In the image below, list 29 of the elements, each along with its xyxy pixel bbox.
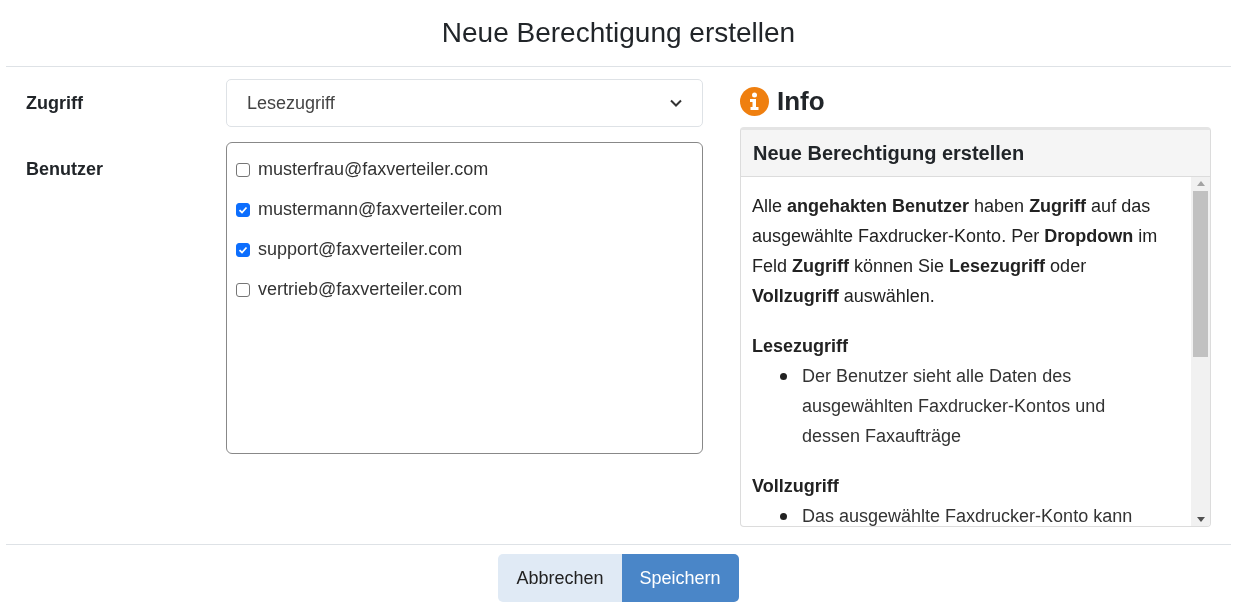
check-icon: [238, 244, 248, 255]
checkbox[interactable]: [236, 162, 250, 177]
chevron-down-icon: [670, 99, 682, 107]
info-paragraph: Alle angehakten Benutzer haben Zugriff auf das ausgewählte Faxdrucker-Konto. Per Dropdown im Feld Zugriff können Sie Lesezugriff oder Vollzugriff auswählen.: [752, 195, 1159, 308]
card-title: Neue Berechtigung erstellen: [753, 141, 1025, 166]
checkbox[interactable]: [236, 202, 250, 217]
field-label: Zugriff: [26, 91, 84, 115]
checkbox[interactable]: [236, 242, 250, 257]
cancel-button[interactable]: Abbrechen: [498, 554, 622, 602]
info-icon: [740, 86, 769, 116]
dialog-title: Neue Berechtigung erstellen: [441, 19, 796, 47]
section-heading: Vollzugriff: [752, 475, 840, 498]
bullet-icon: [780, 513, 787, 520]
section-heading: Lesezugriff: [752, 335, 849, 358]
field-label: Benutzer: [26, 158, 104, 181]
user-email[interactable]: mustermann@faxverteiler.com: [258, 197, 503, 222]
scroll-down-arrow-icon[interactable]: [1196, 517, 1205, 522]
bullet-icon: [780, 373, 787, 380]
scrollbar[interactable]: [1191, 177, 1210, 526]
user-email[interactable]: support@faxverteiler.com: [258, 237, 463, 262]
user-email[interactable]: musterfrau@faxverteiler.com: [258, 157, 489, 182]
bullet-text: Der Benutzer sieht alle Daten des ausgewählten Faxdrucker-Kontos und dessen Faxaufträge: [802, 365, 1107, 448]
bullet-text: Das ausgewählte Faxdrucker-Konto kann: [802, 505, 1133, 526]
access-select[interactable]: Lesezugriff: [226, 79, 703, 127]
check-icon: [238, 204, 248, 215]
checkbox[interactable]: [236, 282, 250, 297]
info-heading: Info: [777, 84, 825, 118]
save-button[interactable]: Speichern: [621, 554, 739, 602]
user-email[interactable]: vertrieb@faxverteiler.com: [258, 277, 463, 302]
